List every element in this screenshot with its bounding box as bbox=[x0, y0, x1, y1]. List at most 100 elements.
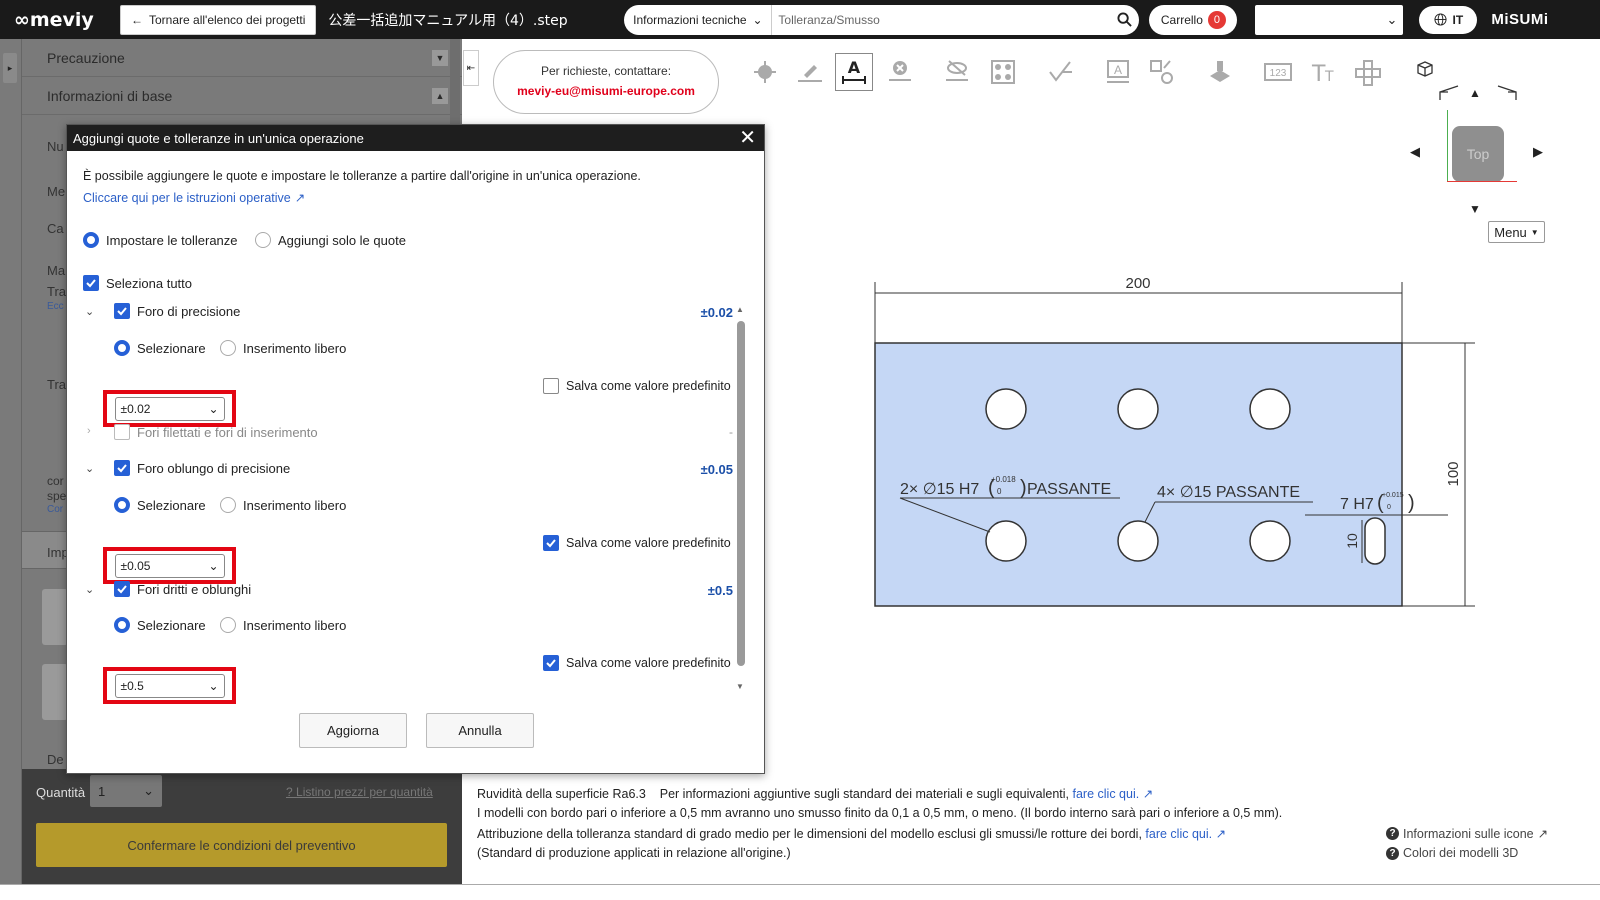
tech-info-select[interactable]: Informazioni tecniche ⌄ bbox=[624, 4, 773, 35]
scroll-down-icon[interactable]: ▼ bbox=[736, 682, 744, 691]
delete-dimension-icon[interactable] bbox=[881, 53, 919, 91]
search-icon[interactable] bbox=[1109, 12, 1139, 27]
tolerance-dropdown[interactable]: ±0.05 ⌄ bbox=[114, 553, 225, 578]
views-icon[interactable] bbox=[1349, 53, 1387, 91]
radio-selected[interactable] bbox=[83, 232, 99, 248]
slot[interactable] bbox=[1364, 517, 1386, 565]
note2-label[interactable]: 4× ∅15 PASSANTE bbox=[1157, 484, 1300, 501]
option-free-input[interactable]: Inserimento libero bbox=[220, 340, 346, 356]
add-dimension-tolerance-icon[interactable]: A bbox=[835, 53, 873, 91]
number-icon[interactable]: 123 bbox=[1259, 53, 1297, 91]
height-dimension[interactable]: 100 bbox=[1445, 461, 1462, 486]
collapse-panel-button[interactable]: ⇤ bbox=[463, 50, 479, 86]
viewer-menu-button[interactable]: Menu ▼ bbox=[1488, 221, 1545, 243]
view-cube[interactable]: Top bbox=[1452, 126, 1504, 182]
note1-label[interactable]: 2× ∅15 H7 bbox=[900, 481, 979, 498]
radio-unselected[interactable] bbox=[220, 340, 236, 356]
hole[interactable] bbox=[985, 520, 1027, 562]
group-straight-slot-holes[interactable]: Fori dritti e oblunghi bbox=[114, 581, 251, 597]
checkbox-checked[interactable] bbox=[83, 275, 99, 291]
chevron-down-icon[interactable]: ⌄ bbox=[85, 583, 94, 596]
edit-dimension-icon[interactable] bbox=[791, 53, 829, 91]
group-threaded-holes[interactable]: Fori filettati e fori di inserimento bbox=[114, 424, 318, 440]
checkbox-checked[interactable] bbox=[114, 581, 130, 597]
option-select[interactable]: Selezionare bbox=[114, 340, 206, 356]
width-dimension[interactable]: 200 bbox=[1125, 275, 1150, 292]
radio-selected[interactable] bbox=[114, 340, 130, 356]
cancel-button[interactable]: Annulla bbox=[426, 713, 534, 748]
arrow-left-icon[interactable]: ◀ bbox=[1410, 144, 1420, 160]
tolerance-standard-link[interactable]: fare clic qui. bbox=[1145, 827, 1212, 841]
misumi-logo[interactable]: MiSUMi bbox=[1491, 11, 1548, 28]
slot-dimension[interactable]: 10 bbox=[1344, 533, 1360, 549]
group-precision-slot[interactable]: Foro oblungo di precisione bbox=[114, 460, 290, 476]
option-select[interactable]: Selezionare bbox=[114, 617, 206, 633]
annotation-icon[interactable]: A bbox=[1099, 53, 1137, 91]
quantity-select[interactable]: 1 ⌄ bbox=[90, 775, 162, 807]
cnc-icon[interactable] bbox=[1201, 53, 1239, 91]
instructions-link[interactable]: Cliccare qui per le istruzioni operative… bbox=[83, 190, 305, 206]
rotate-right-icon[interactable] bbox=[1494, 84, 1518, 105]
hide-dimension-icon[interactable] bbox=[938, 53, 976, 91]
section-basic-info[interactable]: Informazioni di base ▲ bbox=[22, 77, 462, 115]
scroll-up-icon[interactable]: ▲ bbox=[736, 305, 744, 314]
checkbox-checked[interactable] bbox=[114, 303, 130, 319]
back-to-projects-button[interactable]: ← Tornare all'elenco dei progetti bbox=[120, 4, 317, 35]
update-button[interactable]: Aggiorna bbox=[299, 713, 407, 748]
select-all-checkbox[interactable]: Seleziona tutto bbox=[83, 275, 192, 291]
mode-set-tolerances[interactable]: Impostare le tolleranze bbox=[83, 232, 238, 248]
tolerance-dropdown[interactable]: ±0.5 ⌄ bbox=[114, 673, 225, 698]
hole[interactable] bbox=[1117, 388, 1159, 430]
close-icon[interactable]: ✕ bbox=[739, 128, 756, 148]
chevron-down-icon[interactable]: ⌄ bbox=[85, 305, 94, 318]
checkbox-checked[interactable] bbox=[543, 535, 559, 551]
checkbox-checked[interactable] bbox=[114, 460, 130, 476]
arrow-right-icon[interactable]: ▶ bbox=[1533, 144, 1543, 160]
thread-icon[interactable] bbox=[1143, 53, 1181, 91]
mode-add-only[interactable]: Aggiungi solo le quote bbox=[255, 232, 406, 248]
hole[interactable] bbox=[1249, 388, 1291, 430]
radio-selected[interactable] bbox=[114, 617, 130, 633]
dialog-scrollbar-thumb[interactable] bbox=[737, 321, 745, 666]
radio-selected[interactable] bbox=[114, 497, 130, 513]
materials-link[interactable]: fare clic qui. bbox=[1073, 787, 1140, 801]
3d-view-icon[interactable] bbox=[1416, 60, 1434, 81]
chevron-down-icon[interactable]: ⌄ bbox=[85, 462, 94, 475]
expand-panel-icon[interactable]: ▸ bbox=[3, 53, 17, 83]
icons-info-link[interactable]: ? Informazioni sulle icone ↗ bbox=[1386, 826, 1548, 841]
text-size-icon[interactable]: TT bbox=[1305, 53, 1343, 91]
rotate-left-icon[interactable] bbox=[1438, 84, 1462, 105]
checkbox-disabled[interactable] bbox=[114, 424, 130, 440]
tolerance-dropdown[interactable]: ±0.02 ⌄ bbox=[114, 396, 225, 421]
hole[interactable] bbox=[1249, 520, 1291, 562]
language-button[interactable]: IT bbox=[1419, 5, 1478, 34]
hole[interactable] bbox=[1117, 520, 1159, 562]
save-default-checkbox[interactable]: Salva come valore predefinito bbox=[543, 535, 731, 551]
confirm-quote-button[interactable]: Confermare le condizioni del preventivo bbox=[36, 823, 447, 867]
radio-unselected[interactable] bbox=[220, 497, 236, 513]
arrow-down-icon[interactable]: ▼ bbox=[1469, 202, 1481, 216]
search-input[interactable]: Tolleranza/Smusso bbox=[772, 13, 1109, 27]
hole[interactable] bbox=[985, 388, 1027, 430]
section-precaution[interactable]: Precauzione ▼ bbox=[22, 39, 462, 77]
option-free-input[interactable]: Inserimento libero bbox=[220, 617, 346, 633]
chevron-right-icon[interactable]: › bbox=[87, 425, 91, 437]
account-select[interactable]: ⌄ bbox=[1255, 4, 1404, 35]
part-plate[interactable] bbox=[874, 342, 1403, 607]
arrow-up-icon[interactable]: ▲ bbox=[1469, 86, 1481, 100]
option-select[interactable]: Selezionare bbox=[114, 497, 206, 513]
save-default-checkbox[interactable]: Salva come valore predefinito bbox=[543, 655, 731, 671]
colors-3d-link[interactable]: ? Colori dei modelli 3D bbox=[1386, 846, 1518, 860]
group-precision-hole[interactable]: Foro di precisione bbox=[114, 303, 240, 319]
surface-finish-icon[interactable] bbox=[1041, 53, 1079, 91]
option-free-input[interactable]: Inserimento libero bbox=[220, 497, 346, 513]
note3-label[interactable]: 7 H7 bbox=[1340, 496, 1374, 513]
meviy-logo[interactable]: ∞meviy bbox=[14, 9, 120, 31]
price-list-link[interactable]: ? Listino prezzi per quantità bbox=[286, 785, 433, 799]
radio-unselected[interactable] bbox=[255, 232, 271, 248]
contact-email[interactable]: meviy-eu@misumi-europe.com bbox=[494, 84, 718, 98]
checkbox-unchecked[interactable] bbox=[543, 378, 559, 394]
checkbox-checked[interactable] bbox=[543, 655, 559, 671]
save-default-checkbox[interactable]: Salva come valore predefinito bbox=[543, 378, 731, 394]
radio-unselected[interactable] bbox=[220, 617, 236, 633]
